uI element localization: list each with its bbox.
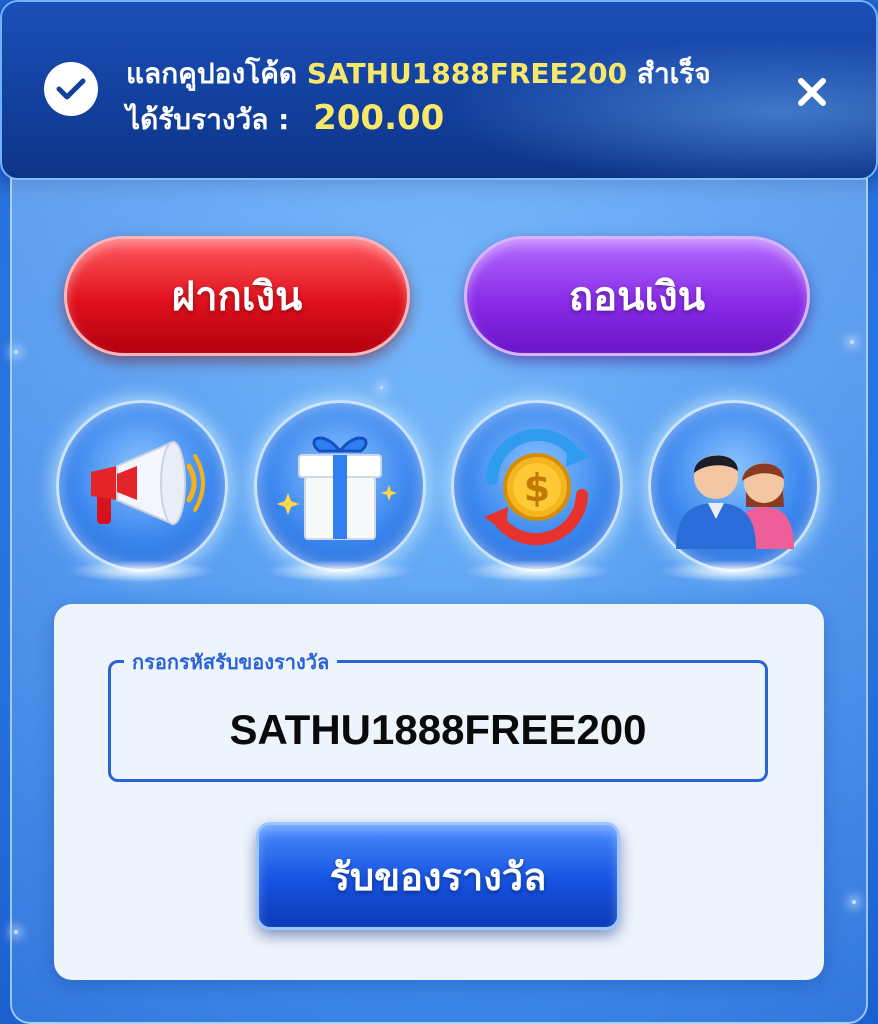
megaphone-icon [91,440,205,526]
notification-prefix: แลกคูปองโค้ด [126,57,298,90]
users-icon [676,455,794,549]
redeem-success-notification: แลกคูปองโค้ด SATHU1888FREE200 สำเร็จ ได้… [0,0,878,180]
orb-glow [462,560,612,582]
notification-message: แลกคูปองโค้ด SATHU1888FREE200 สำเร็จ [126,52,711,96]
reward-amount: 200.00 [313,98,445,138]
orb-glow [659,560,809,582]
gift-box-icon [277,436,397,540]
notification-reward: ได้รับรางวัล : 200.00 [126,98,444,142]
orb-glow [67,560,217,582]
code-field-label: กรอกรหัสรับของรางวัล [124,646,338,678]
svg-text:$: $ [524,466,550,510]
notification-code: SATHU1888FREE200 [306,57,628,90]
reward-label: ได้รับรางวัล : [126,103,290,136]
exchange-shortcut[interactable]: $ [451,400,623,572]
announcement-shortcut[interactable] [56,400,228,572]
notification-suffix: สำเร็จ [636,57,711,90]
currency-exchange-icon: $ [484,428,590,546]
orb-glow [265,560,415,582]
code-input[interactable] [111,690,765,770]
gift-shortcut[interactable] [254,400,426,572]
users-shortcut[interactable] [648,400,820,572]
withdraw-button[interactable]: ถอนเงิน [464,236,810,356]
claim-reward-button[interactable]: รับของรางวัล [256,822,620,930]
close-icon[interactable] [792,72,832,112]
check-circle-icon [44,62,98,116]
deposit-button[interactable]: ฝากเงิน [64,236,410,356]
